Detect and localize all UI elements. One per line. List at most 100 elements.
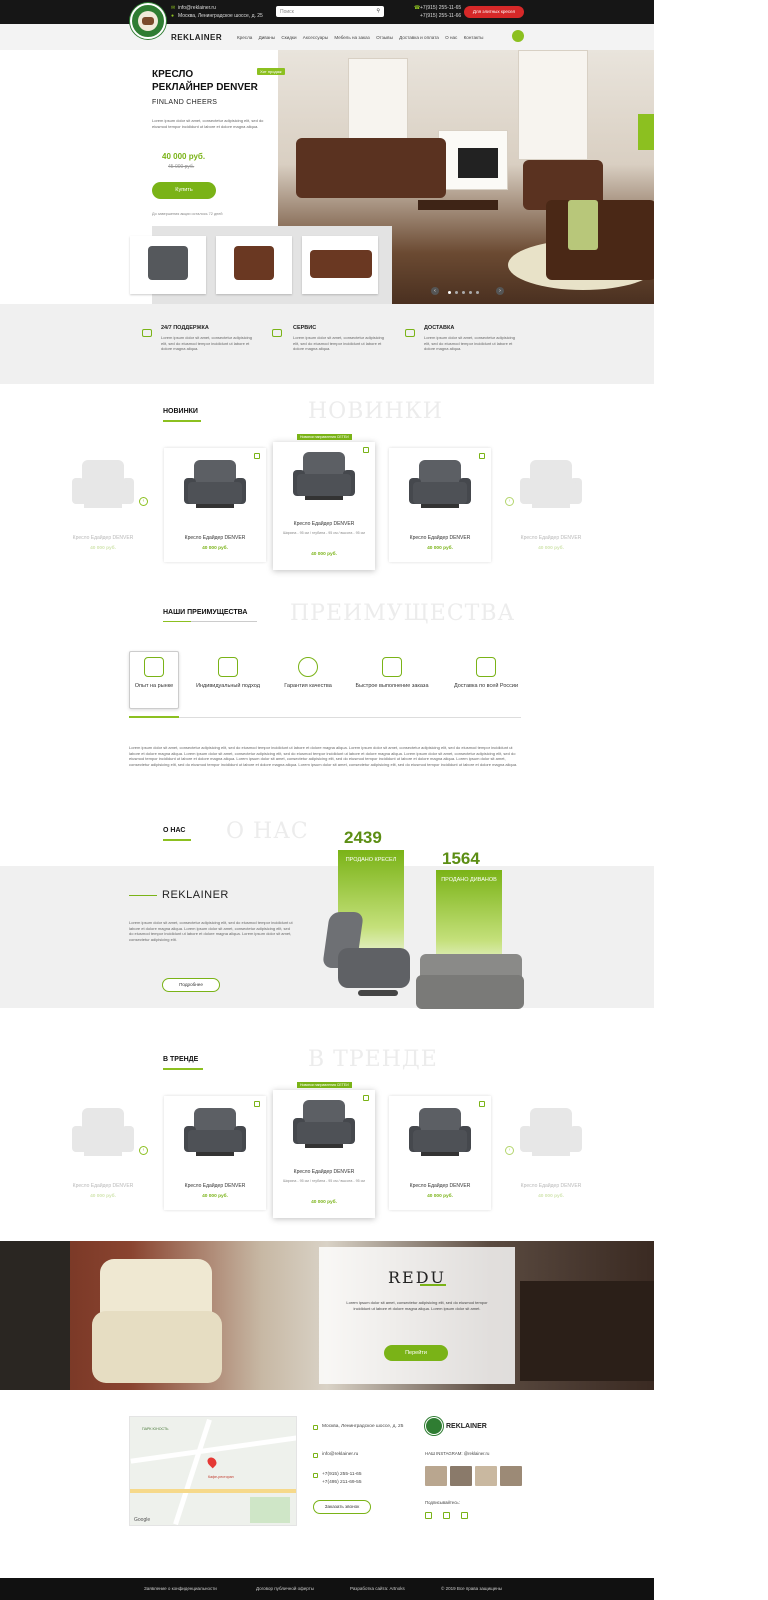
coffee-table [418,200,498,210]
callback-button[interactable]: Заказать звонок [313,1500,371,1514]
advantage-item-experience[interactable]: Опыт на рынке [116,657,192,690]
stat-number-chairs: 2439 [344,828,382,847]
product-price: 40 000 руб. [538,546,564,551]
hero-old-price: 45 000 руб. [168,164,195,170]
advantage-item-delivery[interactable]: Доставка по всей России [448,657,524,690]
advantage-item-fast[interactable]: Быстрое выполнение заказа [354,657,430,690]
search-input[interactable]: Поиск ⚲ [276,6,384,17]
product-name[interactable]: Кресло Едайдер DENVER [389,535,491,541]
product-name[interactable]: Кресло Едайдер DENVER [164,535,266,541]
thumb-brown-sofa[interactable] [302,236,378,294]
slider-dot[interactable] [448,291,451,294]
thumb-grey-chair[interactable] [130,236,206,294]
slider-dot[interactable] [469,291,472,294]
nav-item-delivery[interactable]: Доставка и оплата [399,35,439,40]
product-name[interactable]: Кресло Едайдер DENVER [389,1183,491,1189]
product-card[interactable]: Кресло Едайдер DENVER 40 000 руб. [500,448,602,562]
privacy-link[interactable]: Заявление о конфиденциальности [144,1586,217,1591]
buy-button[interactable]: Купить [152,182,216,199]
footer-phone-1[interactable]: +7(915) 255-11-65 [322,1472,362,1478]
footer-logo[interactable] [425,1417,443,1435]
advantage-item-individual[interactable]: Индивидуальный подход [190,657,266,690]
nav-item-discounts[interactable]: Скидки [281,35,296,40]
product-card[interactable]: Кресло Едайдер DENVER 40 000 руб. [164,448,266,562]
about-more-button[interactable]: Подробнее [162,978,220,992]
advantages-active-line [129,716,179,718]
product-name: Кресло Едайдер DENVER [520,535,582,541]
footer-email[interactable]: info@reklainer.ru [322,1452,358,1458]
offer-link[interactable]: Договор публичной оферты [256,1586,314,1591]
product-card[interactable]: Кресло Едайдер DENVER 40 000 руб. [389,1096,491,1210]
carousel-prev-button[interactable]: ‹ [139,497,148,506]
instagram-photo[interactable] [475,1466,497,1486]
nav-item-contacts[interactable]: Контакты [464,35,484,40]
slider-prev-button[interactable]: ‹ [431,287,439,295]
product-card-featured[interactable]: Новинки направления СЕТЕИ Кресло Едайдер… [273,1082,375,1218]
product-card[interactable]: Кресло Едайдер DENVER 40 000 руб. [164,1096,266,1210]
brand-name[interactable]: REKLAINER [171,33,222,42]
brown-recliner [546,200,654,280]
redu-go-button[interactable]: Перейти [384,1345,448,1361]
product-card[interactable]: Кресло Едайдер DENVER 40 000 руб. [52,448,154,562]
product-card[interactable]: Кресло Едайдер DENVER 40 000 руб. [389,448,491,562]
map[interactable]: ПАРК ЮНОСТЬ Кафе-ресторан Google [129,1416,297,1526]
logo[interactable] [130,3,166,39]
carousel-prev-button[interactable]: ‹ [139,1146,148,1155]
nav-item-armchairs[interactable]: Кресла [237,35,252,40]
cart-icon[interactable] [512,30,524,42]
product-price: 40 000 руб. [427,1194,453,1199]
developer-credit[interactable]: Разработка сайта: Artnoks [350,1586,405,1591]
product-card-featured[interactable]: Новинки направления СЕТЕИ Кресло Едайдер… [273,434,375,570]
thumbs-up-icon [298,657,318,677]
cart-add-icon[interactable] [363,447,369,453]
advantage-label: Быстрое выполнение заказа [355,683,429,689]
instagram-photo[interactable] [425,1466,447,1486]
nav-item-about[interactable]: О нас [445,35,457,40]
phone-1[interactable]: +7(915) 255-11-65 [420,5,461,11]
nav-item-accessories[interactable]: Аксессуары [303,35,328,40]
facebook-icon[interactable] [443,1512,450,1519]
elite-cta-button[interactable]: Для элитных кресел [464,6,524,18]
product-name[interactable]: Кресло Едайдер DENVER [164,1183,266,1189]
product-card[interactable]: Кресло Едайдер DENVER 40 000 руб. [500,1096,602,1210]
product-name: Кресло Едайдер DENVER [72,1183,134,1189]
logo-chair-icon [142,17,154,25]
cart-add-icon[interactable] [254,453,260,459]
email-text[interactable]: info@reklainer.ru [178,5,216,11]
advantages-text: Lorem ipsum dolor sit amet, consectetur … [129,745,518,767]
phone-2[interactable]: +7(915) 255-11-66 [420,13,461,19]
instagram-icon[interactable] [425,1512,432,1519]
cart-add-icon[interactable] [363,1095,369,1101]
nav-item-sofas[interactable]: Диваны [259,35,275,40]
product-name[interactable]: Кресло Едайдер DENVER [273,1169,375,1175]
slider-dot[interactable] [462,291,465,294]
slider-next-button[interactable]: › [496,287,504,295]
cart-add-icon[interactable] [479,1101,485,1107]
thumb-brown-chair[interactable] [216,236,292,294]
footer-phone-2[interactable]: +7(495) 211-69-55 [322,1480,362,1486]
hero-title-line2: РЕКЛАЙНЕР DENVER [152,82,258,93]
blanket [568,200,598,250]
product-name[interactable]: Кресло Едайдер DENVER [273,521,375,527]
armchair-image [70,1108,136,1164]
map-google-logo: Google [134,1517,151,1523]
slider-dot[interactable] [476,291,479,294]
nav-item-custom[interactable]: Мебель на заказ [334,35,369,40]
instagram-photo[interactable] [500,1466,522,1486]
search-icon[interactable]: ⚲ [376,8,380,14]
product-name: Кресло Едайдер DENVER [72,535,134,541]
brown-sofa-small [310,250,372,278]
product-card[interactable]: Кресло Едайдер DENVER 40 000 руб. [52,1096,154,1210]
mail-icon: ✉ [171,5,176,11]
instagram-photo[interactable] [450,1466,472,1486]
brown-sofa [296,138,446,198]
instagram-label[interactable]: НАШ INSTAGRAM: @reklainer.ru [425,1451,489,1457]
cart-add-icon[interactable] [254,1101,260,1107]
nav-item-reviews[interactable]: Отзывы [376,35,393,40]
vk-icon[interactable] [461,1512,468,1519]
slider-dot[interactable] [455,291,458,294]
feature-title: ДОСТАВКА [424,325,455,331]
truck-icon [272,329,282,337]
cart-add-icon[interactable] [479,453,485,459]
advantage-item-quality[interactable]: Гарантия качества [270,657,346,690]
